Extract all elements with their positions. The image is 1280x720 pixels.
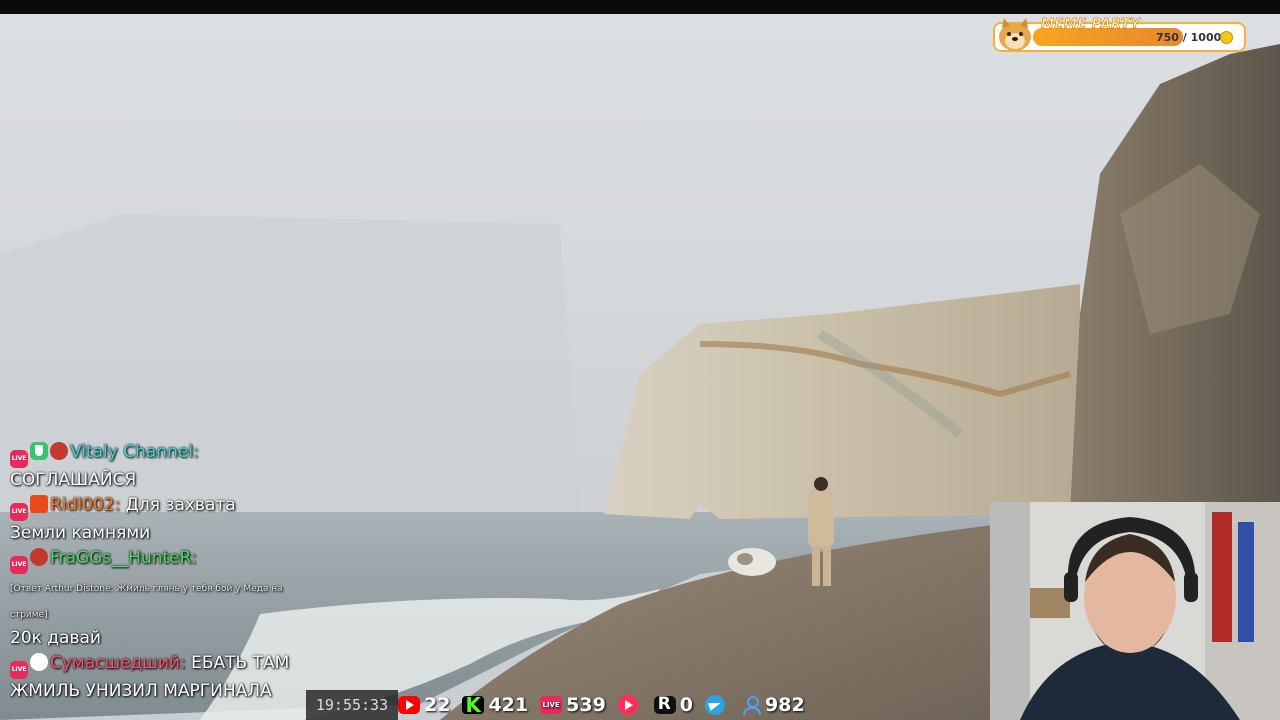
chat-overlay: LIVE Vitaly Channel: СОГЛАШАЙСЯ LIVE Ridl0…: [10, 440, 290, 704]
platform-stats-bar: 22 421 LIVE539 0 982: [398, 690, 817, 720]
stat-value: 0: [679, 694, 694, 716]
kick-icon: [462, 693, 485, 717]
meme-party-widget: MEME PARTY 750 / 1000: [993, 17, 1246, 52]
stat-telegram: [705, 695, 729, 715]
live-badge: LIVE: [10, 556, 28, 574]
webcam-feed: [990, 502, 1280, 720]
stat-value: 539: [566, 694, 606, 716]
telegram-icon: [705, 695, 726, 715]
stat-youtube: 22: [398, 694, 450, 716]
viewers-icon: [741, 696, 762, 715]
vk-play-icon: [617, 695, 638, 715]
stat-kick: 421: [462, 693, 529, 717]
avatar-badge: [30, 495, 48, 513]
stat-value: 22: [424, 694, 451, 716]
avatar-badge: [30, 548, 48, 566]
stat-viewers: 982: [741, 694, 805, 716]
chat-message: 20к давай: [10, 626, 290, 651]
chat-nick: Сумасшедший:: [50, 653, 186, 673]
chat-nick: FraGGs__HunteR:: [50, 548, 197, 568]
doge-icon: [999, 18, 1031, 51]
youtube-icon: [398, 696, 420, 714]
chat-message: LIVE Vitaly Channel: СОГЛАШАЙСЯ: [10, 440, 290, 493]
vk-live-icon: LIVE: [540, 696, 563, 714]
avatar-badge: [30, 653, 48, 671]
stat-value: 421: [488, 694, 529, 716]
creature-shape: [728, 548, 776, 576]
avatar-badge: [50, 442, 68, 460]
shield-badge: [30, 442, 48, 460]
meme-party-count: 750 / 1000: [1156, 31, 1222, 44]
arch-cliff-shape: [604, 284, 1080, 519]
rutube-icon: [653, 694, 676, 714]
chat-nick: Ridl002:: [50, 495, 121, 515]
live-badge: LIVE: [10, 503, 28, 521]
chat-text: [Ответ Arthur Distone: Жмиль глянь у теб…: [10, 584, 283, 620]
live-badge: LIVE: [10, 661, 28, 679]
chat-nick: Vitaly Channel:: [70, 442, 199, 462]
top-letterbox: [0, 0, 1280, 14]
live-badge: LIVE: [10, 450, 28, 468]
chat-message: LIVE FraGGs__HunteR: [Ответ Arthur Diston…: [10, 546, 290, 626]
stat-value: 982: [765, 694, 805, 716]
coin-icon: [1220, 31, 1233, 44]
chat-text: 20к давай: [10, 628, 101, 648]
stream-timer: 19:55:33: [306, 690, 398, 720]
meme-party-title: MEME PARTY: [1041, 17, 1141, 33]
streamer-webcam-image: [990, 502, 1280, 720]
stat-vk-live: LIVE 539: [540, 694, 606, 716]
stat-vk-play: [617, 695, 642, 715]
stat-rutube: 0: [653, 694, 694, 716]
chat-text: СОГЛАШАЙСЯ: [10, 470, 137, 490]
chat-message: LIVE Ridl002: Для захвата Земли камнями: [10, 493, 290, 546]
chat-message: LIVE Сумасшедший: ЕБАТЬ ТАМ ЖМИЛЬ УНИЗИЛ …: [10, 651, 290, 704]
